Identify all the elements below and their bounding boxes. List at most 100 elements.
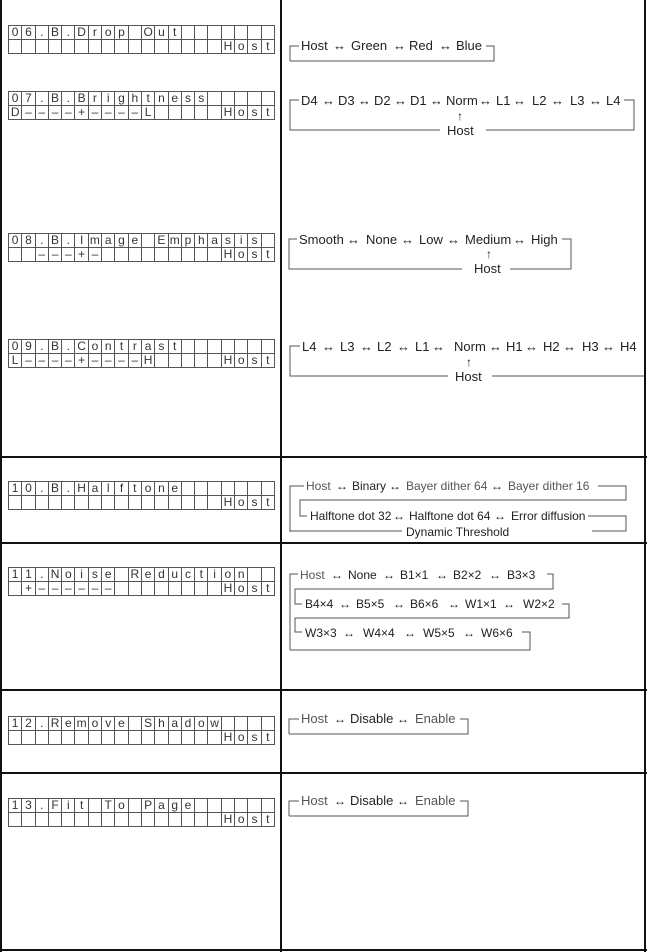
lcd-cell: [234, 798, 249, 813]
lcd-cell: [7, 495, 23, 510]
flow-13-item: Disable: [350, 793, 393, 808]
lcd-cell: r: [87, 25, 103, 40]
lcd-cell: i: [207, 567, 222, 582]
arrow-icon: ↔: [436, 568, 448, 582]
lcd-cell: d: [154, 567, 169, 582]
flow-07-item: L2: [532, 93, 546, 108]
lcd-cell: m: [167, 233, 182, 248]
lcd-cell: H: [220, 353, 236, 368]
flow-07-item: D3: [338, 93, 355, 108]
flow-06: Host ↔ Green ↔ Red ↔ Blue: [289, 38, 495, 62]
lcd-cell: o: [234, 105, 249, 120]
lcd-cell: H: [220, 105, 236, 120]
lcd-cell: [167, 105, 182, 120]
flow-09-item: H4: [620, 339, 637, 354]
lcd-cell: [114, 567, 129, 582]
lcd-cell: H: [220, 812, 236, 827]
lcd-panel-11: 11.Noise Re d u c t i o n + – – – – – – Ho s t: [7, 567, 275, 596]
lcd-cell: [74, 39, 89, 54]
lcd-cell: [154, 730, 169, 745]
lcd-cell: o: [234, 730, 249, 745]
lcd-cell: s: [247, 495, 262, 510]
lcd-lcd-line1: 09.B.Contrast: [7, 339, 275, 354]
flow-10: Host ↔ Binary ↔ Bayer dither 64 ↔ Bayer …: [289, 479, 627, 539]
lcd-cell: [140, 233, 156, 248]
lcd-cell: [194, 25, 209, 40]
lcd-cell: a: [207, 233, 222, 248]
lcd-cell: [234, 91, 249, 106]
lcd-cell: [87, 39, 103, 54]
lcd-cell: [101, 730, 116, 745]
flow-10-item: Halftone dot 32: [310, 509, 392, 523]
flow-07: D4 ↔ D3 ↔ D2 ↔ D1 ↔ Norm ↔ L1 ↔ L2 ↔ L3 …: [289, 93, 635, 138]
lcd-cell: o: [234, 495, 249, 510]
lcd-cell: i: [61, 798, 76, 813]
table-bottom-border: [0, 949, 647, 951]
lcd-cell: [234, 716, 249, 731]
lcd-cell: [21, 39, 36, 54]
lcd-cell: e: [127, 233, 142, 248]
arrow-icon: ↔: [333, 38, 346, 53]
lcd-cell: [207, 247, 222, 262]
arrow-icon: ↔: [358, 93, 371, 108]
flow-11-item: B3×3: [507, 568, 536, 582]
flow-06-item: Host: [301, 38, 328, 53]
lcd-lcd-line2: Host: [7, 730, 275, 745]
lcd-cell: .: [34, 25, 49, 40]
lcd-cell: [247, 567, 262, 582]
lcd-cell: R: [47, 716, 63, 731]
lcd-cell: [220, 25, 236, 40]
lcd-cell: o: [87, 716, 103, 731]
lcd-cell: [194, 39, 209, 54]
lcd-cell: L: [7, 353, 23, 368]
lcd-cell: –: [101, 105, 116, 120]
lcd-cell: e: [180, 798, 196, 813]
lcd-cell: 3: [21, 798, 36, 813]
flow-11-item: W4×4: [363, 626, 395, 640]
lcd-cell: –: [34, 247, 49, 262]
lcd-cell: 0: [7, 233, 23, 248]
flow-11-item: B5×5: [356, 597, 385, 611]
lcd-cell: 1: [21, 567, 36, 582]
flow-13: Host ↔ Disable ↔ Enable: [288, 793, 469, 817]
lcd-cell: [101, 495, 116, 510]
lcd-cell: [61, 495, 76, 510]
flow-12-item: Host: [301, 711, 328, 726]
arrow-icon: ↔: [489, 339, 502, 354]
arrow-icon: ↔: [322, 93, 335, 108]
lcd-cell: –: [74, 581, 89, 596]
lcd-cell: o: [234, 39, 249, 54]
lcd-cell: s: [180, 91, 196, 106]
lcd-lcd-line1: 06.B.Drop Out: [7, 25, 275, 40]
arrow-icon: ↔: [383, 568, 395, 582]
lcd-cell: [247, 716, 262, 731]
lcd-cell: [140, 581, 156, 596]
lcd-cell: s: [87, 567, 103, 582]
arrow-icon: ↔: [551, 93, 564, 108]
row-divider: [0, 772, 647, 774]
arrow-icon: ↔: [525, 339, 538, 354]
arrow-icon: ↔: [494, 509, 506, 523]
lcd-cell: [140, 812, 156, 827]
lcd-cell: –: [34, 105, 49, 120]
lcd-cell: [220, 481, 236, 496]
arrow-icon: ↔: [336, 479, 348, 493]
lcd-cell: n: [154, 481, 169, 496]
lcd-panel-06: 06.B.Drop OutHost: [7, 25, 275, 54]
lcd-cell: [260, 798, 275, 813]
lcd-cell: t: [260, 39, 275, 54]
arrow-icon: ↔: [322, 339, 335, 354]
lcd-cell: [114, 247, 129, 262]
lcd-cell: [234, 339, 249, 354]
lcd-cell: [260, 339, 275, 354]
flow-09-return: Host: [455, 369, 482, 384]
lcd-cell: c: [180, 567, 196, 582]
lcd-cell: t: [260, 812, 275, 827]
row-divider: [0, 456, 647, 458]
lcd-cell: –: [34, 581, 49, 596]
lcd-cell: –: [101, 581, 116, 596]
flow-07-item: D2: [374, 93, 391, 108]
lcd-cell: B: [47, 25, 63, 40]
arrow-icon: ↔: [513, 93, 526, 108]
lcd-cell: [101, 812, 116, 827]
